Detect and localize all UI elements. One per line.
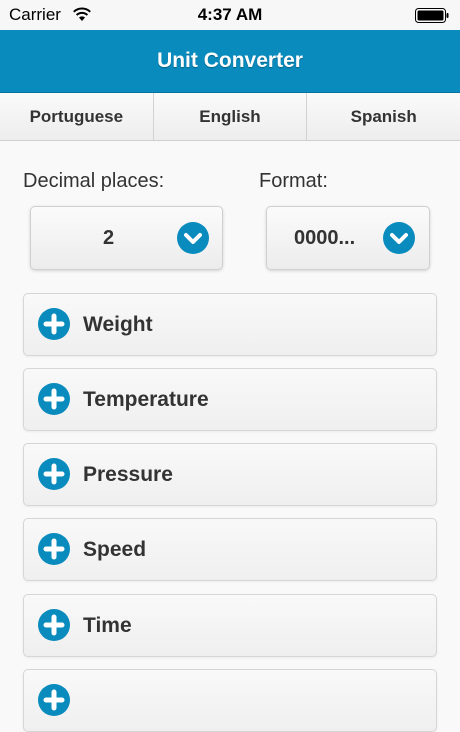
plus-icon [38, 609, 70, 641]
category-label: Pressure [83, 462, 173, 486]
clock: 4:37 AM [197, 5, 263, 24]
battery-icon [415, 8, 449, 23]
category-time[interactable]: Time [23, 594, 437, 657]
category-item[interactable] [23, 669, 437, 732]
plus-icon [38, 308, 70, 340]
category-weight[interactable]: Weight [23, 293, 437, 356]
plus-icon [38, 533, 70, 565]
plus-icon [38, 458, 70, 490]
format-label: Format: [259, 170, 328, 192]
category-pressure[interactable]: Pressure [23, 443, 437, 506]
category-label: Temperature [83, 387, 209, 411]
tab-portuguese[interactable]: Portuguese [0, 93, 154, 140]
title-bar: Unit Converter [0, 30, 460, 93]
category-speed[interactable]: Speed [23, 518, 437, 581]
tab-english[interactable]: English [153, 93, 308, 140]
plus-icon [38, 383, 70, 415]
tab-spanish[interactable]: Spanish [307, 93, 460, 140]
category-label: Speed [83, 537, 147, 561]
chevron-down-icon [177, 222, 209, 254]
format-value: 0000... [294, 226, 356, 249]
language-tabs: Portuguese English Spanish [0, 93, 460, 141]
decimal-places-label: Decimal places: [23, 170, 165, 192]
category-temperature[interactable]: Temperature [23, 368, 437, 431]
status-bar: Carrier 4:37 AM [0, 0, 460, 30]
chevron-down-icon [383, 222, 415, 254]
decimal-places-select[interactable]: 2 [30, 206, 223, 270]
plus-icon [38, 684, 70, 716]
category-label: Time [83, 613, 132, 637]
decimal-places-value: 2 [103, 226, 115, 249]
format-select[interactable]: 0000... [266, 206, 430, 270]
category-label: Weight [83, 312, 153, 336]
page-title: Unit Converter [157, 49, 303, 72]
